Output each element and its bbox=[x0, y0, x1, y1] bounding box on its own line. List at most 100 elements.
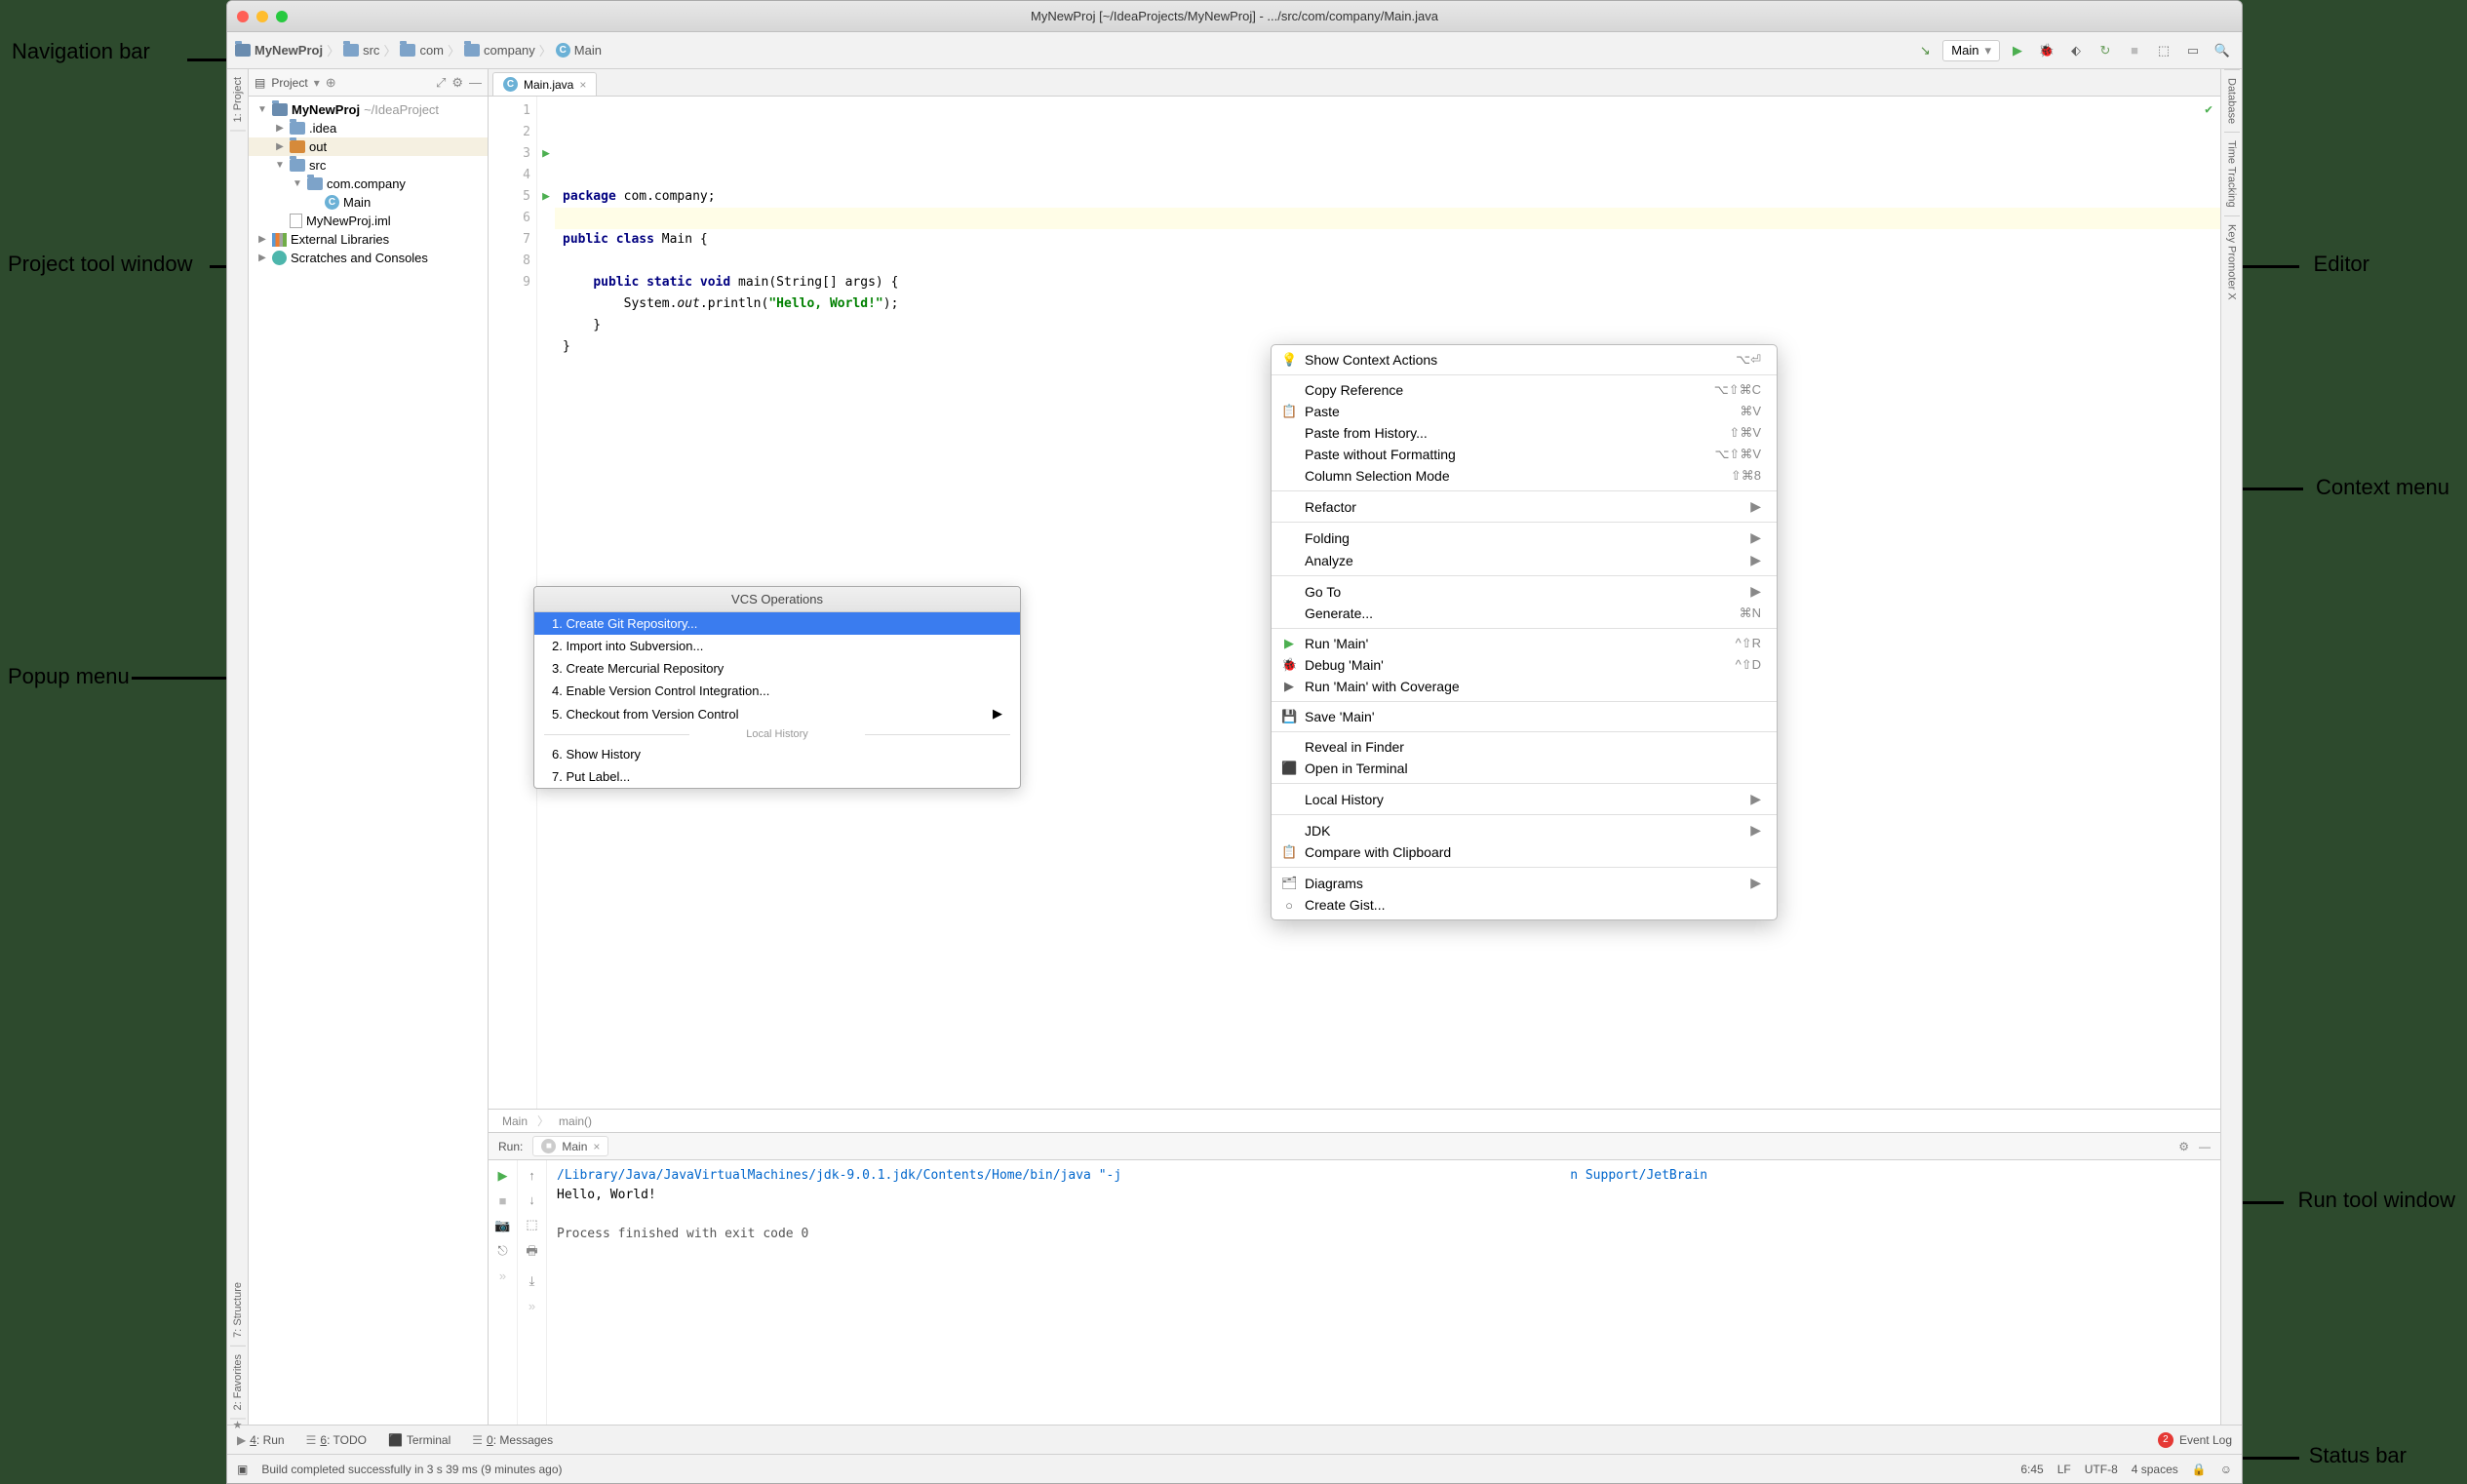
context-menu-item[interactable]: Paste from History...⇧⌘V bbox=[1272, 422, 1777, 444]
tree-row[interactable]: ▼MyNewProj ~/IdeaProject bbox=[249, 100, 488, 119]
context-menu-item[interactable]: Refactor▶ bbox=[1272, 495, 1777, 518]
hector-icon[interactable]: ☺ bbox=[2220, 1463, 2232, 1476]
hide-icon[interactable]: — bbox=[469, 75, 482, 90]
run-hide-icon[interactable]: — bbox=[2199, 1140, 2211, 1153]
tab-key-promoter[interactable]: Key Promoter X bbox=[2224, 215, 2240, 308]
tab-time-tracking[interactable]: Time Tracking bbox=[2224, 132, 2240, 215]
build-button[interactable]: ↘ bbox=[1913, 39, 1937, 62]
breadcrumb-item[interactable]: Main bbox=[502, 1114, 528, 1128]
tab-favorites[interactable]: 2: Favorites bbox=[230, 1347, 246, 1419]
tree-row[interactable]: ▶.idea bbox=[249, 119, 488, 137]
up-icon[interactable]: ↑ bbox=[529, 1168, 535, 1183]
run-button[interactable]: ▶ bbox=[2006, 39, 2029, 62]
status-message: Build completed successfully in 3 s 39 m… bbox=[261, 1463, 562, 1476]
popup-item[interactable]: 7. Put Label... bbox=[534, 765, 1020, 788]
wrap-icon[interactable]: ⬚ bbox=[526, 1217, 537, 1232]
profile-button[interactable]: ↻ bbox=[2094, 39, 2117, 62]
stop-button[interactable]: ■ bbox=[2123, 39, 2146, 62]
encoding[interactable]: UTF-8 bbox=[2085, 1463, 2118, 1476]
popup-item[interactable]: 3. Create Mercurial Repository bbox=[534, 657, 1020, 680]
search-button[interactable]: 🔍 bbox=[2211, 39, 2234, 62]
bottom-tool-button[interactable]: ☰6: TODO bbox=[306, 1433, 367, 1447]
popup-item[interactable]: 5. Checkout from Version Control▶ bbox=[534, 702, 1020, 725]
cursor-position[interactable]: 6:45 bbox=[2020, 1463, 2043, 1476]
context-menu-item[interactable]: Folding▶ bbox=[1272, 527, 1777, 549]
down-icon[interactable]: ↓ bbox=[529, 1192, 535, 1207]
window-title: MyNewProj [~/IdeaProjects/MyNewProj] - .… bbox=[227, 9, 2242, 23]
event-log-button[interactable]: 2 Event Log bbox=[2158, 1432, 2232, 1448]
context-menu-item[interactable]: Local History▶ bbox=[1272, 788, 1777, 810]
tree-row[interactable]: CMain bbox=[249, 193, 488, 212]
tab-structure[interactable]: 7: Structure bbox=[230, 1274, 246, 1347]
settings-icon[interactable]: ⚙ bbox=[451, 75, 463, 91]
breadcrumb-item[interactable]: src bbox=[343, 43, 379, 58]
breadcrumb-item[interactable]: com bbox=[400, 43, 444, 58]
context-menu-item[interactable]: Go To▶ bbox=[1272, 580, 1777, 603]
editor-tab-main[interactable]: C Main.java × bbox=[492, 72, 597, 96]
context-menu-item[interactable]: 🐞Debug 'Main'^⇧D bbox=[1272, 654, 1777, 676]
context-menu-item[interactable]: JDK▶ bbox=[1272, 819, 1777, 841]
event-log-label: Event Log bbox=[2179, 1433, 2232, 1447]
tree-row[interactable]: MyNewProj.iml bbox=[249, 212, 488, 230]
project-panel-title[interactable]: Project bbox=[271, 76, 307, 90]
collapse-icon[interactable]: ⤢ bbox=[436, 75, 446, 91]
context-menu-item[interactable]: ▶Run 'Main' with Coverage bbox=[1272, 676, 1777, 697]
context-menu-item[interactable]: ⬛Open in Terminal bbox=[1272, 758, 1777, 779]
context-menu-item[interactable]: Copy Reference⌥⇧⌘C bbox=[1272, 379, 1777, 401]
context-menu-item[interactable]: ▶Run 'Main'^⇧R bbox=[1272, 633, 1777, 654]
tab-database[interactable]: Database bbox=[2224, 69, 2240, 132]
print-icon[interactable]: 🖶 bbox=[526, 1242, 537, 1264]
lock-icon[interactable]: 🔒 bbox=[2192, 1463, 2207, 1476]
stop-icon[interactable]: ■ bbox=[499, 1193, 507, 1208]
run-tab-label[interactable]: Main bbox=[562, 1140, 587, 1153]
maximize-window-button[interactable] bbox=[276, 11, 288, 22]
context-menu-item[interactable]: Generate...⌘N bbox=[1272, 603, 1777, 624]
run-config-dropdown[interactable]: Main ▾ bbox=[1942, 40, 2000, 61]
minimize-window-button[interactable] bbox=[256, 11, 268, 22]
tree-row[interactable]: ▶External Libraries bbox=[249, 230, 488, 249]
run-settings-icon[interactable]: ⚙ bbox=[2178, 1140, 2189, 1153]
breadcrumb-item[interactable]: main() bbox=[559, 1114, 592, 1128]
tree-row[interactable]: ▶out bbox=[249, 137, 488, 156]
run-tool-window: Run: ■ Main × ⚙ — ▶ ■ bbox=[489, 1132, 2220, 1425]
coverage-button[interactable]: ⬖ bbox=[2064, 39, 2088, 62]
indent[interactable]: 4 spaces bbox=[2132, 1463, 2178, 1476]
bottom-tool-button[interactable]: ☰0: Messages bbox=[472, 1433, 553, 1447]
context-menu-item[interactable]: 🗂Diagrams▶ bbox=[1272, 872, 1777, 894]
context-menu-item[interactable]: ○Create Gist... bbox=[1272, 894, 1777, 916]
locate-icon[interactable]: ⊕ bbox=[326, 75, 336, 91]
popup-item[interactable]: 1. Create Git Repository... bbox=[534, 612, 1020, 635]
close-tab-icon[interactable]: × bbox=[579, 78, 586, 92]
context-menu-item[interactable]: 💾Save 'Main' bbox=[1272, 706, 1777, 727]
debug-button[interactable]: 🐞 bbox=[2035, 39, 2058, 62]
tree-row[interactable]: ▼src bbox=[249, 156, 488, 175]
layout-button[interactable]: ▭ bbox=[2181, 39, 2205, 62]
camera-icon[interactable]: 📷 bbox=[494, 1218, 510, 1233]
annot-run-tool: Run tool window bbox=[2298, 1188, 2455, 1213]
popup-item[interactable]: 6. Show History bbox=[534, 743, 1020, 765]
tool-windows-icon[interactable]: ▣ bbox=[237, 1463, 248, 1476]
context-menu-item[interactable]: Reveal in Finder bbox=[1272, 736, 1777, 758]
breadcrumb-item[interactable]: company bbox=[464, 43, 535, 58]
tree-row[interactable]: ▶Scratches and Consoles bbox=[249, 249, 488, 267]
popup-item[interactable]: 4. Enable Version Control Integration... bbox=[534, 680, 1020, 702]
scroll-icon[interactable]: ⤓ bbox=[529, 1273, 535, 1289]
line-separator[interactable]: LF bbox=[2057, 1463, 2071, 1476]
bottom-tool-button[interactable]: ▶4: Run bbox=[237, 1433, 285, 1447]
context-menu-item[interactable]: 📋Compare with Clipboard bbox=[1272, 841, 1777, 863]
exit-icon[interactable]: ⎋ bbox=[497, 1243, 507, 1259]
tab-project[interactable]: 1: Project bbox=[230, 69, 246, 131]
vcs-button[interactable]: ⬚ bbox=[2152, 39, 2175, 62]
popup-item[interactable]: 2. Import into Subversion... bbox=[534, 635, 1020, 657]
context-menu-item[interactable]: Paste without Formatting⌥⇧⌘V bbox=[1272, 444, 1777, 465]
run-console[interactable]: /Library/Java/JavaVirtualMachines/jdk-9.… bbox=[547, 1160, 2220, 1425]
context-menu-item[interactable]: Column Selection Mode⇧⌘8 bbox=[1272, 465, 1777, 487]
close-window-button[interactable] bbox=[237, 11, 249, 22]
context-menu-item[interactable]: Analyze▶ bbox=[1272, 549, 1777, 571]
bottom-tool-button[interactable]: ⬛Terminal bbox=[388, 1433, 450, 1447]
breadcrumb-item[interactable]: CMain bbox=[556, 43, 602, 58]
context-menu-item[interactable]: 📋Paste⌘V bbox=[1272, 401, 1777, 422]
tree-row[interactable]: ▼com.company bbox=[249, 175, 488, 193]
breadcrumb-item[interactable]: MyNewProj bbox=[235, 43, 323, 58]
rerun-icon[interactable]: ▶ bbox=[498, 1168, 508, 1184]
